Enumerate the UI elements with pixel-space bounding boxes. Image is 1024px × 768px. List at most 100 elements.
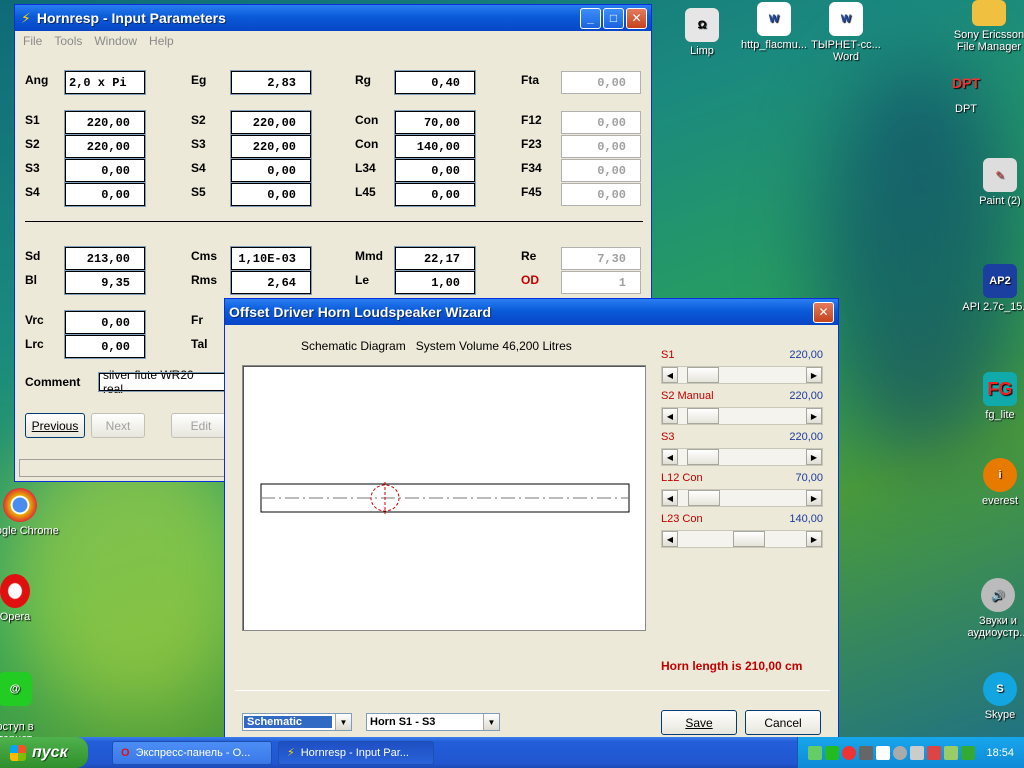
tray-icon-6[interactable] bbox=[893, 745, 908, 760]
desktop-icon-flacmu[interactable]: W http_flacmu... bbox=[734, 2, 814, 51]
tray-icon-10[interactable] bbox=[961, 745, 976, 760]
param-field[interactable]: 0,00 bbox=[561, 183, 641, 206]
param-field[interactable]: 0,00 bbox=[561, 71, 641, 94]
scroll-left-icon[interactable]: ◀ bbox=[662, 449, 678, 465]
param-field[interactable]: 1,10E-03 bbox=[230, 246, 312, 271]
slider-track[interactable] bbox=[678, 490, 806, 506]
wizard-title-bar[interactable]: Offset Driver Horn Loudspeaker Wizard ✕ bbox=[225, 299, 838, 325]
menu-file[interactable]: File bbox=[23, 34, 42, 48]
param-field[interactable]: 220,00 bbox=[230, 110, 312, 135]
param-field[interactable]: 0,00 bbox=[64, 182, 146, 207]
taskbar-task-hornresp[interactable]: ⚡ Hornresp - Input Par... bbox=[278, 740, 434, 765]
slider-scrollbar[interactable]: ◀ ▶ bbox=[661, 448, 823, 466]
slider-track[interactable] bbox=[678, 531, 806, 547]
tray-icon-5[interactable] bbox=[876, 745, 891, 760]
tray-icon-8[interactable] bbox=[927, 745, 942, 760]
close-button[interactable]: ✕ bbox=[626, 7, 647, 29]
slider-thumb[interactable] bbox=[687, 449, 719, 465]
param-field[interactable]: 9,35 bbox=[64, 270, 146, 295]
param-field[interactable]: 2,64 bbox=[230, 270, 312, 295]
desktop-icon-skype[interactable]: S Skype bbox=[960, 672, 1024, 721]
chevron-down-icon[interactable]: ▼ bbox=[335, 714, 351, 730]
param-field[interactable]: 220,00 bbox=[64, 110, 146, 135]
desktop-icon-everest[interactable]: i everest bbox=[960, 458, 1024, 507]
param-field[interactable]: 22,17 bbox=[394, 246, 476, 271]
desktop-icon-chrome[interactable]: Google Chrome bbox=[0, 488, 60, 537]
slider-thumb[interactable] bbox=[687, 367, 719, 383]
tray-icon-9[interactable] bbox=[944, 745, 959, 760]
scroll-right-icon[interactable]: ▶ bbox=[806, 449, 822, 465]
param-field[interactable]: 0,40 bbox=[394, 70, 476, 95]
tray-icon-3[interactable] bbox=[842, 745, 857, 760]
param-field[interactable]: 213,00 bbox=[64, 246, 146, 271]
clock[interactable]: 18:54 bbox=[986, 747, 1014, 759]
param-field[interactable]: 0,00 bbox=[561, 159, 641, 182]
slider-thumb[interactable] bbox=[733, 531, 765, 547]
view-combo[interactable]: Schematic ▼ bbox=[242, 713, 352, 731]
param-field[interactable]: 2,83 bbox=[230, 70, 312, 95]
title-bar[interactable]: ⚡ Hornresp - Input Parameters _ □ ✕ bbox=[15, 5, 651, 31]
scroll-left-icon[interactable]: ◀ bbox=[662, 531, 678, 547]
param-field[interactable]: 0,00 bbox=[394, 182, 476, 207]
scroll-right-icon[interactable]: ▶ bbox=[806, 531, 822, 547]
param-field[interactable]: 140,00 bbox=[394, 134, 476, 159]
param-field[interactable]: 220,00 bbox=[230, 134, 312, 159]
wizard-close-button[interactable]: ✕ bbox=[813, 301, 834, 323]
param-field[interactable]: 0,00 bbox=[64, 310, 146, 335]
param-field[interactable]: 0,00 bbox=[561, 111, 641, 134]
slider-scrollbar[interactable]: ◀ ▶ bbox=[661, 366, 823, 384]
horn-segment-combo[interactable]: Horn S1 - S3 ▼ bbox=[366, 713, 500, 731]
desktop-icon-sony-ericsson[interactable]: Sony Ericsson File Manager bbox=[944, 0, 1024, 53]
save-button[interactable]: Save bbox=[661, 710, 737, 735]
desktop-icon-fg-lite[interactable]: FG fg_lite bbox=[960, 372, 1024, 421]
maximize-button[interactable]: □ bbox=[603, 7, 624, 29]
slider-scrollbar[interactable]: ◀ ▶ bbox=[661, 407, 823, 425]
param-field[interactable]: 220,00 bbox=[64, 134, 146, 159]
desktop-icon-sounds[interactable]: 🔊 Звуки и аудиоустр... bbox=[958, 578, 1024, 639]
tray-icon-1[interactable] bbox=[808, 745, 823, 760]
slider-scrollbar[interactable]: ◀ ▶ bbox=[661, 530, 823, 548]
desktop-icon-api[interactable]: AP2 API 2.7c_15.10 bbox=[960, 264, 1024, 313]
desktop-icon-opera[interactable]: Opera bbox=[0, 574, 55, 623]
param-field[interactable]: 70,00 bbox=[394, 110, 476, 135]
menu-tools[interactable]: Tools bbox=[54, 34, 82, 48]
param-field[interactable]: 0,00 bbox=[561, 135, 641, 158]
minimize-button[interactable]: _ bbox=[580, 7, 601, 29]
param-field[interactable]: 7,30 bbox=[561, 247, 641, 270]
param-field[interactable]: 1 bbox=[561, 271, 641, 294]
desktop-icon-limp[interactable]: Ω Limp bbox=[662, 8, 742, 57]
tray-icon-4[interactable] bbox=[859, 745, 874, 760]
comment-field[interactable]: silver flute WR20 real bbox=[98, 368, 230, 396]
scroll-left-icon[interactable]: ◀ bbox=[662, 408, 678, 424]
next-button[interactable]: Next bbox=[91, 413, 145, 438]
slider-track[interactable] bbox=[678, 367, 806, 383]
previous-button[interactable]: Previous bbox=[25, 413, 85, 438]
taskbar-task-opera[interactable]: O Экспресс-панель - О... bbox=[112, 740, 272, 765]
param-field[interactable]: 0,00 bbox=[230, 158, 312, 183]
menu-help[interactable]: Help bbox=[149, 34, 174, 48]
scroll-left-icon[interactable]: ◀ bbox=[662, 367, 678, 383]
cancel-button[interactable]: Cancel bbox=[745, 710, 821, 735]
param-field[interactable]: 0,00 bbox=[230, 182, 312, 207]
scroll-right-icon[interactable]: ▶ bbox=[806, 490, 822, 506]
param-field[interactable]: 0,00 bbox=[394, 158, 476, 183]
slider-track[interactable] bbox=[678, 449, 806, 465]
desktop-icon-tyrnet[interactable]: W ТЫРНЕТ-сс... Word bbox=[806, 2, 886, 63]
slider-track[interactable] bbox=[678, 408, 806, 424]
slider-scrollbar[interactable]: ◀ ▶ bbox=[661, 489, 823, 507]
tray-icon-7[interactable] bbox=[910, 745, 925, 760]
scroll-left-icon[interactable]: ◀ bbox=[662, 490, 678, 506]
tray-icon-2[interactable] bbox=[825, 745, 840, 760]
desktop-icon-dpt[interactable]: DPT DPT bbox=[926, 66, 1006, 115]
chevron-down-icon[interactable]: ▼ bbox=[483, 714, 499, 730]
edit-button[interactable]: Edit bbox=[171, 413, 231, 438]
menu-window[interactable]: Window bbox=[94, 34, 137, 48]
slider-thumb[interactable] bbox=[688, 490, 720, 506]
param-field[interactable]: 0,00 bbox=[64, 158, 146, 183]
param-field[interactable]: 1,00 bbox=[394, 270, 476, 295]
slider-thumb[interactable] bbox=[687, 408, 719, 424]
scroll-right-icon[interactable]: ▶ bbox=[806, 408, 822, 424]
start-button[interactable]: пуск bbox=[0, 737, 88, 768]
desktop-icon-paint[interactable]: ✎ Paint (2) bbox=[960, 158, 1024, 207]
scroll-right-icon[interactable]: ▶ bbox=[806, 367, 822, 383]
